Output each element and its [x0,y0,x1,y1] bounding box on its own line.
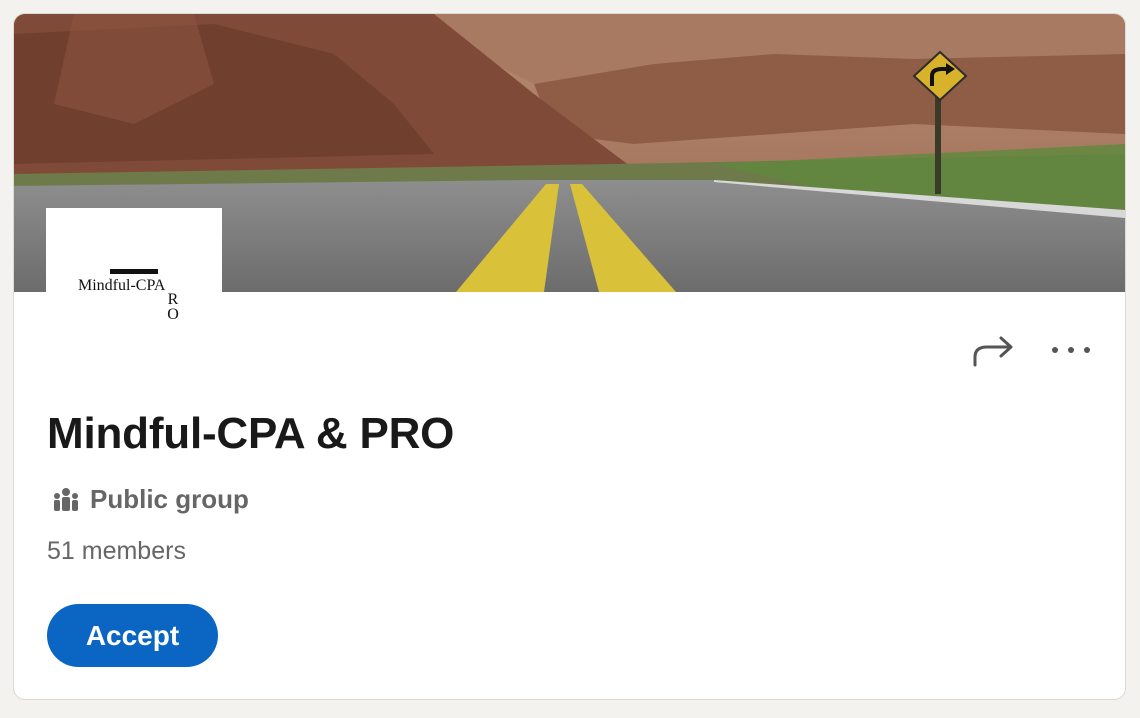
member-count: 51 members [47,537,186,565]
group-card: Mindful-CPA RO Mindful-CPA & PRO Public … [13,13,1126,700]
group-name: Mindful-CPA & PRO [47,409,455,458]
visibility-label: Public group [90,484,249,514]
share-arrow-icon [973,336,1013,367]
accept-button[interactable]: Accept [47,604,218,667]
group-visibility: Public group [52,484,249,515]
more-options-button[interactable] [1047,330,1095,370]
share-button[interactable] [969,330,1017,370]
people-icon [54,487,78,511]
card-actions [969,330,1095,370]
logo-text: Mindful-CPA [78,277,166,294]
group-logo[interactable]: Mindful-CPA RO [46,208,222,338]
more-options-icon [1052,347,1090,353]
logo-bar [110,269,158,274]
logo-subtext: RO [167,291,179,323]
